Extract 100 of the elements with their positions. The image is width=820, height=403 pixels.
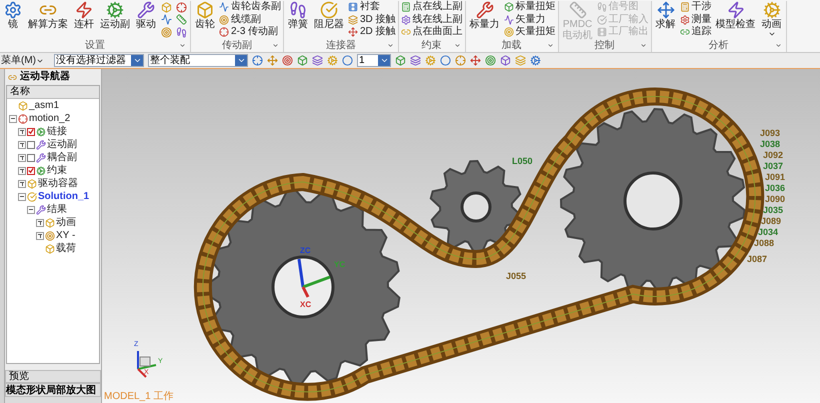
expand-icon[interactable] <box>18 140 26 148</box>
tool-icon <box>504 2 514 12</box>
ribbon-button[interactable]: 驱动 <box>134 1 158 30</box>
ribbon-button[interactable]: 矢量力 <box>504 14 556 26</box>
tool-button[interactable] <box>160 14 173 26</box>
collapse-icon[interactable] <box>18 192 26 200</box>
ribbon-button[interactable]: 标量扭矩 <box>504 1 556 14</box>
ribbon-button[interactable]: 镜 <box>2 1 24 30</box>
ribbon-button[interactable]: 矢量扭矩 <box>504 26 556 38</box>
tree-item[interactable]: 耦合副 <box>47 152 77 162</box>
tree-item[interactable]: motion_2 <box>29 114 70 124</box>
joint-label: J087 <box>747 255 768 264</box>
toolbar-icon[interactable] <box>485 55 496 66</box>
select-field[interactable]: 整个装配 <box>148 54 248 67</box>
toolbar-icon[interactable] <box>297 55 308 66</box>
tool-button[interactable] <box>160 26 173 38</box>
ribbon-button[interactable]: 线缆副 <box>219 14 281 26</box>
checkbox[interactable] <box>27 128 35 136</box>
ribbon-button[interactable]: 解算方案 <box>26 1 70 30</box>
tree-item[interactable]: 结果 <box>47 204 67 214</box>
ribbon-button[interactable]: 点在曲面上 <box>400 26 463 38</box>
expand-icon[interactable] <box>18 154 26 162</box>
ribbon-button[interactable]: 齿轮齿条副 <box>219 1 281 14</box>
tool-icon <box>762 1 781 19</box>
expand-icon[interactable] <box>18 166 26 174</box>
group-label: 传动副 <box>222 40 252 50</box>
toolbar-icon[interactable] <box>440 55 451 66</box>
tree-item[interactable]: 约束 <box>47 166 67 176</box>
ribbon-button[interactable]: 动画 <box>760 1 784 38</box>
tree-item[interactable]: 运动副 <box>47 140 77 150</box>
tree-item[interactable]: _asm1 <box>29 100 60 110</box>
ribbon-button[interactable]: 线在线上副 <box>400 14 463 26</box>
tree-item[interactable]: 链接 <box>47 126 67 136</box>
toolbar-icon[interactable] <box>267 55 278 66</box>
group-label: 加载 <box>502 40 522 50</box>
column-header[interactable]: 名称 <box>7 86 99 99</box>
ribbon-button[interactable]: 3D 接触 <box>348 14 396 26</box>
tool-icon <box>219 14 229 25</box>
select-field[interactable]: 1 <box>357 54 391 67</box>
ribbon-button[interactable]: 测量 <box>680 14 712 26</box>
toolbar-icon[interactable] <box>530 55 541 66</box>
ribbon-button[interactable]: 点在线上副 <box>400 1 463 14</box>
tool-icon <box>504 14 514 25</box>
toolbar-icon[interactable] <box>282 55 293 66</box>
expand-icon[interactable] <box>179 42 186 49</box>
ribbon-button[interactable]: 模型检查 <box>714 1 758 30</box>
toolbar-icon[interactable] <box>342 55 353 66</box>
ribbon-button[interactable]: 弹簧 <box>286 1 310 30</box>
toolbar-icon[interactable] <box>252 55 263 66</box>
ribbon-button[interactable]: 求解 <box>654 1 678 30</box>
toolbar-icon[interactable] <box>395 55 406 66</box>
ribbon-button[interactable]: 运动副 <box>98 1 132 30</box>
ribbon-button[interactable]: 2-3 传动副 <box>219 26 281 38</box>
ribbon-button[interactable]: 干涉 <box>680 1 712 14</box>
ribbon-button[interactable]: 齿轮 <box>193 1 217 30</box>
checkbox[interactable] <box>27 140 35 148</box>
expand-icon[interactable] <box>386 42 394 49</box>
node-icon <box>27 192 37 202</box>
joint-label: J035 <box>763 206 784 215</box>
tool-button[interactable] <box>175 14 188 26</box>
joint-label: J055 <box>506 272 526 281</box>
tool-icon <box>176 26 187 38</box>
tool-button[interactable] <box>175 26 188 38</box>
toolbar-icon[interactable] <box>500 55 511 66</box>
ribbon-button[interactable]: 阻尼器 <box>312 1 346 30</box>
tree-item[interactable]: 载荷 <box>56 244 76 254</box>
expand-icon[interactable] <box>454 42 461 49</box>
ribbon-button[interactable]: 衬套 <box>348 1 396 14</box>
tree-item[interactable]: 驱动容器 <box>38 178 78 188</box>
tool-button[interactable] <box>175 1 188 14</box>
group-label: 分析 <box>708 40 729 50</box>
expand-icon[interactable] <box>18 128 26 136</box>
checkbox[interactable] <box>27 166 35 174</box>
expand-icon[interactable] <box>272 42 279 49</box>
checkbox[interactable] <box>27 154 35 162</box>
tree-item[interactable]: Solution_1 <box>38 192 90 202</box>
menu-button[interactable]: 菜单(M) <box>1 56 50 66</box>
ribbon-button[interactable]: 连杆 <box>72 1 96 30</box>
select-field[interactable]: 没有选择过滤器 <box>54 54 144 67</box>
detail-header[interactable]: 模态形状局部放大图 <box>5 383 101 397</box>
collapse-icon[interactable] <box>9 114 17 122</box>
toolbar-icon[interactable] <box>455 55 466 66</box>
expand-icon[interactable] <box>36 218 44 226</box>
node-icon <box>18 114 28 124</box>
ribbon-button[interactable]: 标量力 <box>468 1 502 30</box>
preview-header[interactable]: 预览 <box>5 370 101 383</box>
tree-item[interactable]: XY - <box>56 230 76 240</box>
expand-icon[interactable] <box>36 232 44 240</box>
expand-icon[interactable] <box>18 180 26 188</box>
tree-item[interactable]: 动画 <box>56 218 76 228</box>
toolbar-icon[interactable] <box>410 55 421 66</box>
collapse-icon[interactable] <box>27 206 35 214</box>
toolbar-icon[interactable] <box>470 55 481 66</box>
expand-icon[interactable] <box>774 42 782 49</box>
expand-icon[interactable] <box>546 42 554 49</box>
node-icon <box>36 166 46 176</box>
ribbon-button[interactable]: 追踪 <box>680 26 712 38</box>
toolbar-icon[interactable] <box>312 55 323 66</box>
tool-icon <box>161 14 172 26</box>
ribbon-button[interactable]: 2D 接触 <box>348 26 396 38</box>
